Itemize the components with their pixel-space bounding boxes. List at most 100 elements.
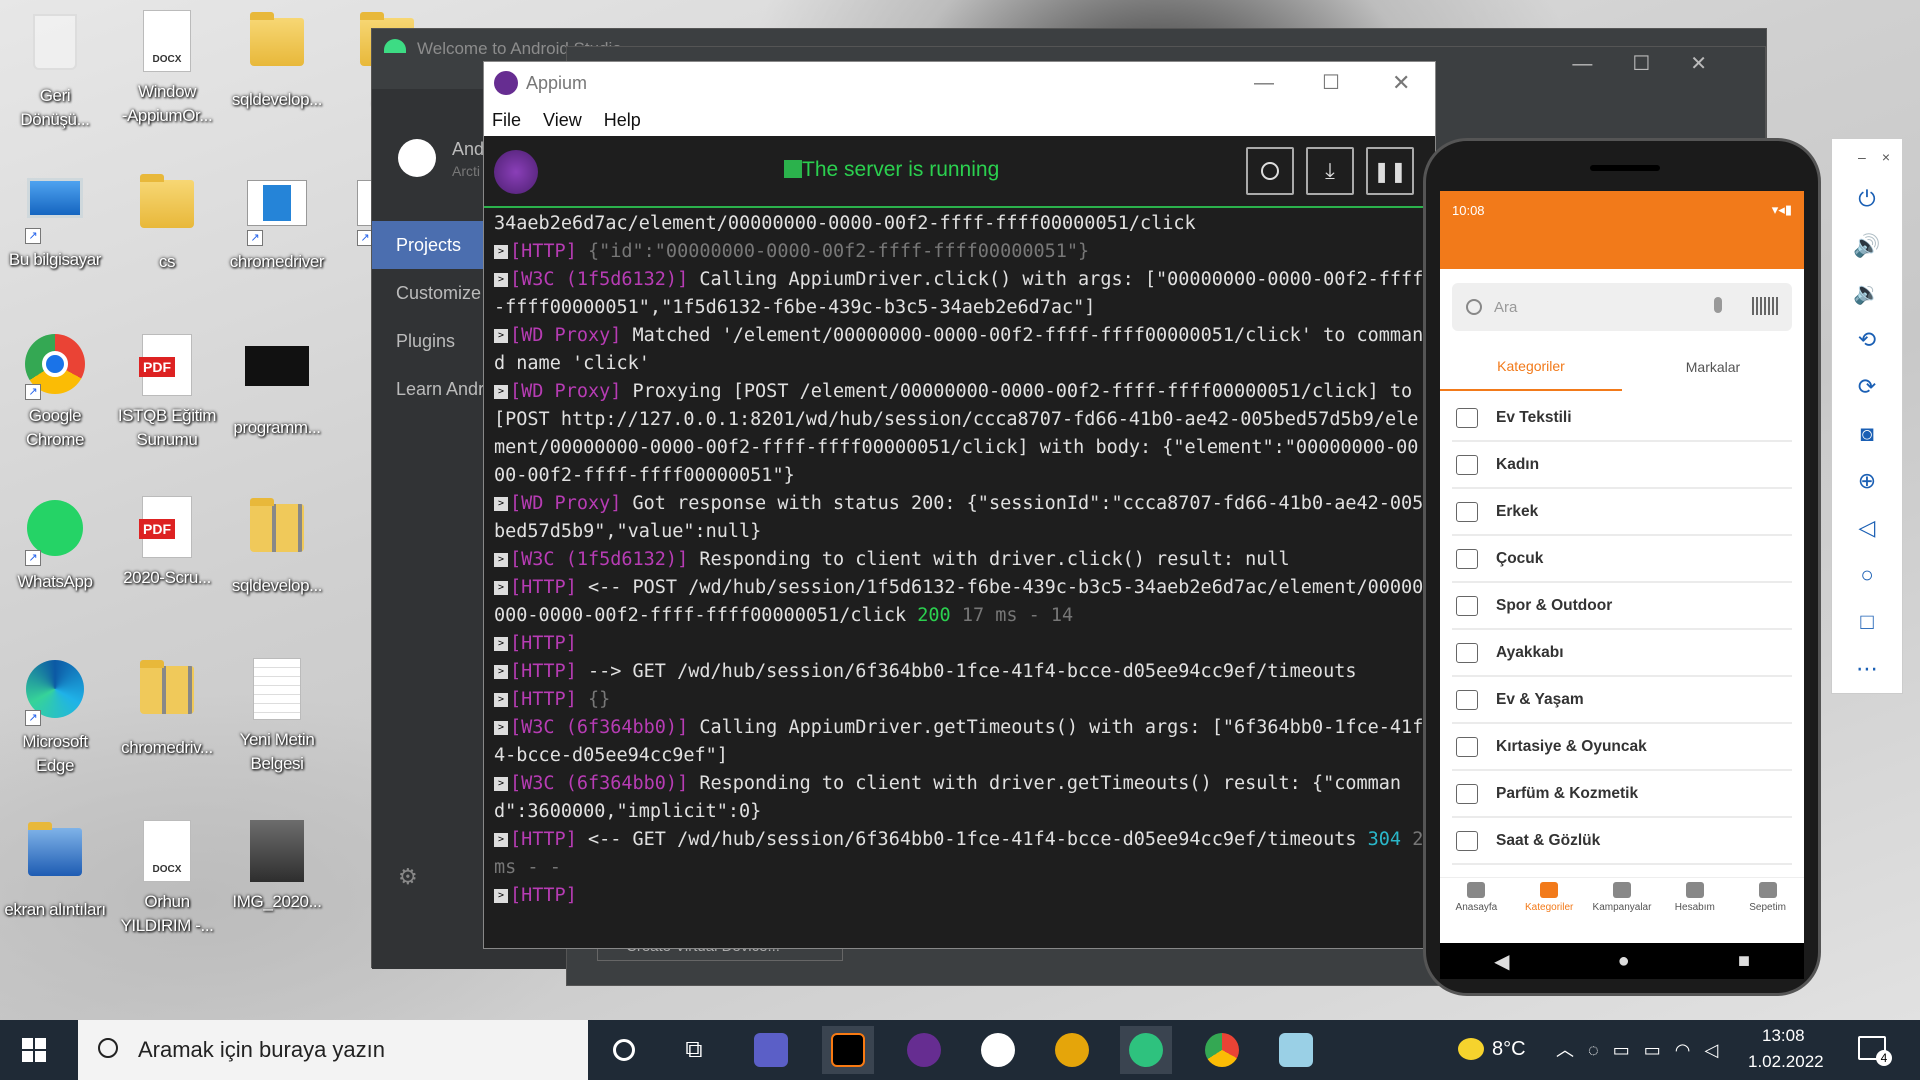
desktop-icon[interactable]: ↗ Bu bilgisayar — [0, 172, 110, 272]
appium-title: Appium — [526, 72, 588, 93]
log-text: Proxying [POST /element/00000000-0000-00… — [494, 381, 1424, 486]
tab-kategoriler[interactable]: Kategoriler — [1440, 343, 1622, 391]
snipping-tool-icon[interactable] — [1120, 1026, 1172, 1074]
nav-cart[interactable]: Sepetim — [1731, 878, 1804, 923]
overview-icon[interactable]: □ — [1832, 598, 1902, 645]
rotate-left-icon[interactable]: ⟲ — [1832, 316, 1902, 363]
power-icon[interactable]: ⏻ — [1832, 175, 1902, 222]
nav-account[interactable]: Hesabım — [1658, 878, 1731, 923]
mic-icon[interactable] — [1714, 297, 1722, 313]
category-item[interactable]: Saat & Gözlük — [1452, 818, 1792, 865]
nav-home[interactable]: Anasayfa — [1440, 878, 1513, 923]
desktop-icon[interactable]: ekran alıntıları — [0, 820, 110, 922]
close-icon[interactable]: × — [1882, 149, 1890, 165]
android-studio-taskbar-icon[interactable] — [972, 1026, 1024, 1074]
chrome-taskbar-icon[interactable] — [1196, 1026, 1248, 1074]
desktop-icon[interactable]: PDF ISTQB Eğitim Sunumu — [112, 334, 222, 452]
menu-view[interactable]: View — [543, 110, 582, 131]
magnifier-app-icon[interactable] — [1046, 1026, 1098, 1074]
taskbar-search[interactable]: Aramak için buraya yazın — [78, 1020, 588, 1080]
desktop-icon[interactable]: programm... — [222, 334, 332, 440]
desktop-icon[interactable]: sqldevelop... — [222, 10, 332, 112]
log-line: > [HTTP] — [494, 630, 1425, 658]
desktop-icon[interactable]: Yeni Metin Belgesi — [222, 658, 332, 776]
nav-categories[interactable]: Kategoriler — [1513, 878, 1586, 923]
app-icon: ↗ — [245, 180, 309, 246]
barcode-icon[interactable] — [1752, 297, 1780, 315]
menu-file[interactable]: File — [492, 110, 521, 131]
desktop-icon[interactable]: DOCX Orhun YILDIRIM -... — [112, 820, 222, 938]
tray-icons[interactable]: ︿◌▭▭◠◁ — [1556, 1036, 1732, 1062]
category-item[interactable]: Ev Tekstili — [1452, 395, 1792, 442]
desktop-icon[interactable]: ↗ WhatsApp — [0, 496, 110, 594]
prompt-icon: > — [494, 273, 508, 287]
log-line: > [HTTP] — [494, 882, 1425, 910]
category-item[interactable]: Kırtasiye & Oyuncak — [1452, 724, 1792, 771]
back-icon[interactable]: ◁ — [1832, 504, 1902, 551]
desktop-icon[interactable]: sqldevelop... — [222, 496, 332, 598]
clock-date[interactable]: 1.02.2022 — [1748, 1052, 1824, 1072]
server-log[interactable]: 34aeb2e6d7ac/element/00000000-0000-00f2-… — [484, 210, 1435, 950]
start-button[interactable] — [22, 1038, 46, 1062]
status-code: 304 — [1367, 829, 1402, 850]
gear-icon[interactable]: ⚙ — [398, 864, 418, 890]
home-icon[interactable]: ○ — [1832, 551, 1902, 598]
prompt-icon: > — [494, 637, 508, 651]
overview-icon[interactable]: ■ — [1738, 950, 1750, 973]
log-text: 34aeb2e6d7ac/element/00000000-0000-00f2-… — [494, 213, 1196, 234]
more-icon[interactable]: ⋯ — [1832, 645, 1902, 692]
clock-time[interactable]: 13:08 — [1762, 1026, 1805, 1046]
pause-server-button[interactable]: ❚❚ — [1366, 147, 1414, 195]
notes-icon[interactable] — [1270, 1026, 1322, 1074]
volume-down-icon[interactable]: 🔉 — [1832, 269, 1902, 316]
desktop-icon[interactable]: ↗ chromedriver — [222, 172, 332, 274]
category-item[interactable]: Kadın — [1452, 442, 1792, 489]
back-icon[interactable]: ◀ — [1494, 949, 1509, 974]
weather-icon[interactable] — [1458, 1038, 1484, 1060]
rotate-right-icon[interactable]: ⟳ — [1832, 363, 1902, 410]
maximize-button[interactable]: ☐ — [1322, 70, 1340, 95]
desktop-icon[interactable]: ↗ Microsoft Edge — [0, 658, 110, 778]
category-label: Ev Tekstili — [1496, 408, 1572, 426]
intellij-icon[interactable] — [822, 1026, 874, 1074]
desktop-icon[interactable]: IMG_2020... — [222, 820, 332, 914]
desktop-icon[interactable]: chromedriv... — [112, 658, 222, 760]
zoom-icon[interactable]: ⊕ — [1832, 457, 1902, 504]
category-icon — [1456, 783, 1478, 804]
download-logs-button[interactable]: ⤓ — [1306, 147, 1354, 195]
log-text: Got response with status 200: {"sessionI… — [494, 493, 1424, 542]
menu-help[interactable]: Help — [604, 110, 641, 131]
minimize-button[interactable]: — — [1254, 72, 1274, 95]
camera-icon[interactable]: ◙ — [1832, 410, 1902, 457]
appium-window[interactable]: Appium — ☐ ✕ File View Help The server i… — [483, 61, 1436, 949]
category-item[interactable]: Ayakkabı — [1452, 630, 1792, 677]
log-tag: [W3C (6f364bb0)] — [510, 717, 689, 738]
minimize-icon[interactable]: – — [1858, 149, 1866, 165]
log-line: > [W3C (1f5d6132)] Responding to client w… — [494, 546, 1425, 574]
category-item[interactable]: Parfüm & Kozmetik — [1452, 771, 1792, 818]
category-item[interactable]: Erkek — [1452, 489, 1792, 536]
zip-icon — [245, 498, 309, 568]
desktop-icon[interactable]: ↗ Google Chrome — [0, 334, 110, 452]
category-item[interactable]: Spor & Outdoor — [1452, 583, 1792, 630]
weather-temp[interactable]: 8°C — [1492, 1038, 1526, 1061]
search-logs-button[interactable] — [1246, 147, 1294, 195]
search-bar[interactable]: Ara — [1452, 283, 1792, 331]
desktop-icon[interactable]: DOCX Window -AppiumOr... — [112, 10, 222, 128]
cortana-icon[interactable] — [598, 1026, 650, 1074]
teams-icon[interactable] — [745, 1026, 797, 1074]
desktop-icon[interactable]: PDF 2020-Scru... — [112, 496, 222, 590]
category-item[interactable]: Çocuk — [1452, 536, 1792, 583]
desktop-icon[interactable]: cs — [112, 172, 222, 274]
category-item[interactable]: Ev & Yaşam — [1452, 677, 1792, 724]
phone-screen[interactable]: 10:08 ▾◂▮ Ara Kategoriler Markalar Ev Te… — [1440, 191, 1804, 943]
nav-campaigns[interactable]: Kampanyalar — [1586, 878, 1659, 923]
task-view-icon[interactable]: ⧉ — [668, 1026, 720, 1074]
tab-markalar[interactable]: Markalar — [1622, 343, 1804, 391]
log-tag: [HTTP] — [510, 885, 577, 906]
home-icon[interactable]: ● — [1618, 950, 1630, 973]
desktop-icon[interactable]: Geri Dönüşü... — [0, 10, 110, 132]
volume-up-icon[interactable]: 🔊 — [1832, 222, 1902, 269]
close-button[interactable]: ✕ — [1392, 70, 1410, 96]
appium-taskbar-icon[interactable] — [898, 1026, 950, 1074]
